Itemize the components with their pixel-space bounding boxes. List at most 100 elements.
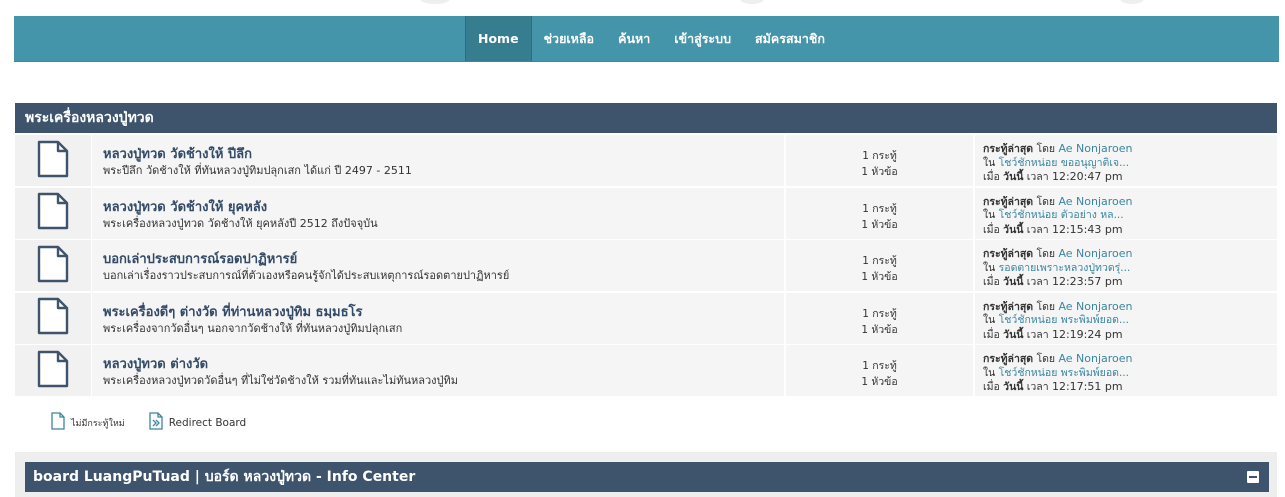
header-decoration bbox=[740, 0, 764, 4]
info-center-header: board LuangPuTuad | บอร์ด หลวงปู่ทวด - I… bbox=[25, 462, 1269, 492]
time-label: เวลา bbox=[1026, 328, 1049, 341]
last-post: กระทู้ล่าสุด โดย Ae Nonjaroen ใน รอดตายเพ… bbox=[975, 240, 1277, 291]
legend-no-new: ไม่มีกระทู้ใหม่ bbox=[51, 412, 125, 433]
nav-login[interactable]: เข้าสู่ระบบ bbox=[662, 16, 743, 61]
today-label: วันนี้ bbox=[1003, 223, 1024, 236]
board-status-cell bbox=[15, 187, 91, 239]
time-label: เวลา bbox=[1026, 171, 1049, 183]
last-post-topic-link[interactable]: รอดตายเพราะหลวงปู่ทวดรุ่... bbox=[999, 262, 1131, 274]
today-label: วันนี้ bbox=[1003, 381, 1024, 393]
post-count: 1 กระทู้ bbox=[862, 307, 897, 320]
today-label: วันนี้ bbox=[1003, 276, 1024, 288]
when-label: เมื่อ bbox=[983, 328, 1000, 341]
board-status-cell bbox=[15, 345, 91, 396]
nav-help[interactable]: ช่วยเหลือ bbox=[532, 16, 607, 61]
last-post-topic-link[interactable]: โชว์ชักหน่อย พระพิมพ์ยอด... bbox=[999, 367, 1129, 379]
last-post-user-link[interactable]: Ae Nonjaroen bbox=[1058, 247, 1132, 260]
board-stats: 1 กระทู้ 1 หัวข้อ bbox=[786, 135, 973, 186]
page-icon bbox=[37, 297, 69, 339]
last-post-topic-link[interactable]: โชว์ชักหน่อย ตัวอย่าง หล... bbox=[999, 209, 1124, 221]
info-center: board LuangPuTuad | บอร์ด หลวงปู่ทวด - I… bbox=[15, 452, 1277, 497]
in-label: ใน bbox=[983, 209, 996, 221]
legend-redirect-label: Redirect Board bbox=[168, 416, 247, 429]
by-label: โดย bbox=[1036, 300, 1056, 313]
last-post-time: 12:19:24 pm bbox=[1051, 327, 1123, 341]
last-post-label: กระทู้ล่าสุด bbox=[983, 300, 1034, 313]
time-label: เวลา bbox=[1026, 276, 1049, 288]
board-stats: 1 กระทู้ 1 หัวข้อ bbox=[786, 240, 973, 291]
today-label: วันนี้ bbox=[1003, 171, 1024, 183]
nav-register[interactable]: สมัครสมาชิก bbox=[743, 16, 837, 61]
minus-icon[interactable] bbox=[1247, 471, 1259, 483]
redirect-icon bbox=[149, 412, 163, 433]
board-stats: 1 กระทู้ 1 หัวข้อ bbox=[786, 345, 973, 396]
last-post-user-link[interactable]: Ae Nonjaroen bbox=[1058, 300, 1132, 313]
board-stats: 1 กระทู้ 1 หัวข้อ bbox=[786, 187, 973, 239]
legend-redirect: Redirect Board bbox=[149, 412, 247, 433]
last-post-user-link[interactable]: Ae Nonjaroen bbox=[1058, 195, 1132, 208]
post-count: 1 กระทู้ bbox=[862, 150, 897, 162]
last-post-label: กระทู้ล่าสุด bbox=[983, 248, 1034, 260]
topic-count: 1 หัวข้อ bbox=[861, 271, 898, 283]
in-label: ใน bbox=[983, 314, 996, 326]
board-info: หลวงปู่ทวด วัดช้างให้ ปีลึก พระปีลึก วัดช… bbox=[92, 135, 784, 186]
last-post-user-link[interactable]: Ae Nonjaroen bbox=[1058, 352, 1132, 365]
board-title-link[interactable]: หลวงปู่ทวด วัดช้างให้ ยุคหลัง bbox=[103, 200, 784, 216]
when-label: เมื่อ bbox=[983, 381, 1000, 393]
board-row: บอกเล่าประสบการณ์รอดปาฏิหารย์ บอกเล่าเรื่… bbox=[15, 240, 1277, 291]
board-title-link[interactable]: หลวงปู่ทวด ต่างวัด bbox=[103, 357, 784, 373]
info-center-title: board LuangPuTuad | บอร์ด หลวงปู่ทวด - I… bbox=[33, 469, 416, 485]
last-post-time: 12:15:43 pm bbox=[1051, 222, 1123, 236]
board-description: บอกเล่าเรื่องราวประสบการณ์ที่ตัวเองหรือค… bbox=[103, 269, 510, 282]
last-post-label: กระทู้ล่าสุด bbox=[983, 195, 1034, 208]
topic-count: 1 หัวข้อ bbox=[861, 376, 898, 388]
board-row: หลวงปู่ทวด วัดช้างให้ ยุคหลัง พระเครื่องห… bbox=[15, 187, 1277, 239]
board-title-link[interactable]: พระเครื่องดีๆ ต่างวัด ที่ท่านหลวงปู่ทิม … bbox=[103, 305, 784, 321]
page-icon bbox=[37, 140, 69, 182]
time-label: เวลา bbox=[1026, 223, 1049, 236]
board-info: พระเครื่องดีๆ ต่างวัด ที่ท่านหลวงปู่ทิม … bbox=[92, 292, 784, 344]
last-post-time: 12:20:47 pm bbox=[1051, 170, 1123, 183]
page-icon bbox=[51, 412, 65, 433]
time-label: เวลา bbox=[1026, 381, 1049, 393]
by-label: โดย bbox=[1036, 143, 1056, 155]
page-icon bbox=[37, 350, 69, 392]
by-label: โดย bbox=[1036, 195, 1056, 208]
header-decoration bbox=[420, 0, 450, 4]
last-post-user-link[interactable]: Ae Nonjaroen bbox=[1058, 142, 1132, 155]
in-label: ใน bbox=[983, 261, 996, 274]
board-row: พระเครื่องดีๆ ต่างวัด ที่ท่านหลวงปู่ทิม … bbox=[15, 292, 1277, 344]
category-header[interactable]: พระเครื่องหลวงปู่ทวด bbox=[15, 103, 1277, 133]
page-icon bbox=[37, 245, 69, 287]
last-post: กระทู้ล่าสุด โดย Ae Nonjaroen ใน โชว์ชักห… bbox=[975, 187, 1277, 239]
board-info: หลวงปู่ทวด วัดช้างให้ ยุคหลัง พระเครื่องห… bbox=[92, 187, 784, 239]
last-post-time: 12:17:51 pm bbox=[1051, 380, 1123, 393]
when-label: เมื่อ bbox=[983, 223, 1000, 236]
legend-no-new-label: ไม่มีกระทู้ใหม่ bbox=[71, 418, 125, 429]
board-row: หลวงปู่ทวด ต่างวัด พระเครื่องหลวงปู่ทวดวั… bbox=[15, 345, 1277, 396]
nav-home[interactable]: Home bbox=[465, 16, 532, 61]
board-description: พระเครื่องหลวงปู่ทวดวัดอื่นๆ ที่ไม่ใช่วั… bbox=[103, 374, 459, 387]
topic-count: 1 หัวข้อ bbox=[861, 166, 898, 178]
board-status-cell bbox=[15, 135, 91, 186]
nav-search[interactable]: ค้นหา bbox=[606, 16, 662, 61]
last-post: กระทู้ล่าสุด โดย Ae Nonjaroen ใน โชว์ชักห… bbox=[975, 135, 1277, 186]
nav-menu: Home ช่วยเหลือ ค้นหา เข้าสู่ระบบ สมัครสม… bbox=[465, 16, 837, 61]
board-title-link[interactable]: หลวงปู่ทวด วัดช้างให้ ปีลึก bbox=[103, 147, 784, 163]
board-stats: 1 กระทู้ 1 หัวข้อ bbox=[786, 292, 973, 344]
post-count: 1 กระทู้ bbox=[862, 202, 897, 215]
last-post-topic-link[interactable]: โชว์ชักหน่อย ขออนุญาติเจ... bbox=[999, 157, 1129, 169]
main-navbar: Home ช่วยเหลือ ค้นหา เข้าสู่ระบบ สมัครสม… bbox=[14, 16, 1279, 62]
by-label: โดย bbox=[1036, 353, 1056, 365]
board-info: บอกเล่าประสบการณ์รอดปาฏิหารย์ บอกเล่าเรื่… bbox=[92, 240, 784, 291]
topic-count: 1 หัวข้อ bbox=[861, 323, 898, 336]
board-list: หลวงปู่ทวด วัดช้างให้ ปีลึก พระปีลึก วัดช… bbox=[15, 135, 1277, 398]
board-description: พระปีลึก วัดช้างให้ ที่ทันหลวงปู่ทิมปลุก… bbox=[103, 164, 412, 177]
by-label: โดย bbox=[1036, 248, 1056, 260]
board-description: พระเครื่องหลวงปู่ทวด วัดช้างให้ ยุคหลังป… bbox=[103, 216, 378, 230]
board-title-link[interactable]: บอกเล่าประสบการณ์รอดปาฏิหารย์ bbox=[103, 252, 784, 268]
board-row: หลวงปู่ทวด วัดช้างให้ ปีลึก พระปีลึก วัดช… bbox=[15, 135, 1277, 186]
in-label: ใน bbox=[983, 156, 996, 169]
page-icon bbox=[37, 192, 69, 234]
last-post-topic-link[interactable]: โชว์ชักหน่อย พระพิมพ์ยอด... bbox=[999, 314, 1129, 326]
